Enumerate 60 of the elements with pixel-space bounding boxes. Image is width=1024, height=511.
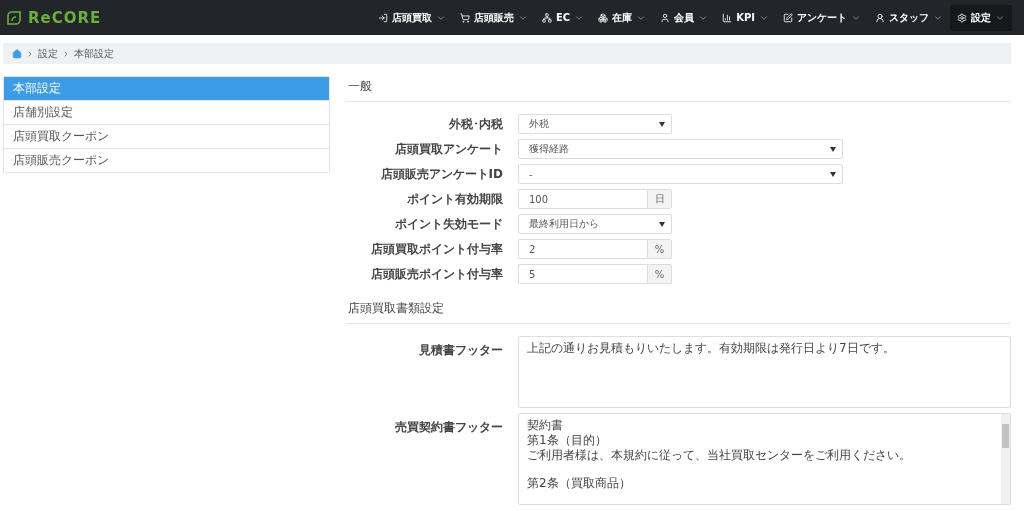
leaf-icon (6, 9, 22, 26)
unit-addon: 日 (647, 189, 672, 209)
chevron-icon (62, 49, 70, 58)
nav-menu-item[interactable]: 在庫 (591, 4, 654, 31)
field-label: 外税･内税 (448, 115, 503, 133)
settings-icon (957, 12, 967, 23)
home-icon[interactable] (12, 48, 22, 59)
nav-menu-item[interactable]: アンケート (776, 4, 868, 31)
select-field[interactable]: 最終利用日から (518, 214, 672, 234)
textarea-line: ご利用者様は、本規約に従って、当社買取センターをご利用ください。 (527, 448, 911, 463)
logo-text: ReCORE (28, 8, 102, 27)
dropdown-caret-icon (659, 121, 665, 127)
dropdown-caret-icon (830, 171, 836, 177)
textarea-line: 第1条（目的） (527, 433, 607, 448)
cubes-icon (598, 12, 609, 23)
scrollbar[interactable] (1001, 414, 1010, 504)
input-field[interactable]: 2 (518, 239, 647, 259)
nav-menu-item[interactable]: 会員 (653, 4, 716, 31)
dropdown-caret-icon (830, 146, 836, 152)
select-field[interactable]: - (518, 164, 843, 184)
nav-menu-item[interactable]: 店頭買取 (371, 4, 453, 31)
field-label: ポイント有効期限 (406, 190, 503, 208)
unit-addon: % (647, 264, 672, 284)
chevron-icon (26, 49, 34, 58)
select-field[interactable]: 獲得経路 (518, 139, 843, 159)
bar-chart-icon (722, 12, 733, 23)
select-field[interactable]: 外税 (518, 114, 672, 134)
sign-in-icon (378, 12, 388, 23)
field-label: 店頭販売アンケートID (379, 165, 503, 183)
input-field[interactable]: 5 (518, 264, 647, 284)
field-label: 店頭販売ポイント付与率 (370, 265, 503, 283)
field-label: ポイント失効モード (394, 215, 503, 233)
logo[interactable]: ReCORE (6, 8, 102, 27)
breadcrumb-link[interactable]: 本部設定 (74, 46, 114, 61)
field-label: 店頭買取ポイント付与率 (370, 240, 503, 258)
section-title: 一般 (346, 76, 1011, 102)
dropdown-caret-icon (659, 221, 665, 227)
unit-addon: % (647, 239, 672, 259)
nav-menu-item[interactable]: EC (535, 6, 592, 29)
textarea-line: 上記の通りお見積もりいたします。有効期限は発行日より7日です。 (527, 341, 895, 356)
breadcrumb-link[interactable]: 設定 (38, 46, 58, 61)
sidebar-item[interactable]: 店頭販売クーポン (4, 148, 329, 172)
textarea-line: 第2条（買取商品） (527, 476, 631, 491)
textarea-field[interactable]: 上記の通りお見積もりいたします。有効期限は発行日より7日です。 (518, 336, 1011, 408)
field-label: 売買契約書フッター (394, 419, 503, 436)
textarea-line: 契約書 (527, 418, 563, 433)
textarea-field[interactable]: 契約書 第1条（目的） ご利用者様は、本規約に従って、当社買取センターをご利用ください。 第2条（買取商品） (518, 413, 1011, 505)
section-title: 店頭買取書類設定 (346, 298, 1011, 324)
sitemap-icon (542, 12, 552, 23)
user-icon (660, 12, 671, 23)
nav-menu-item[interactable]: 設定 (950, 4, 1012, 31)
cart-icon (460, 12, 470, 23)
user-icon (875, 12, 885, 23)
input-field[interactable]: 100 (518, 189, 647, 209)
nav-menu-item[interactable]: スタッフ (868, 4, 950, 31)
field-label: 見積書フッター (418, 342, 503, 359)
nav-menu-item[interactable]: 店頭販売 (453, 4, 535, 31)
field-label: 店頭買取アンケート (394, 140, 503, 158)
nav-menu-item[interactable]: KPI (715, 6, 776, 29)
edit-icon (783, 12, 793, 23)
